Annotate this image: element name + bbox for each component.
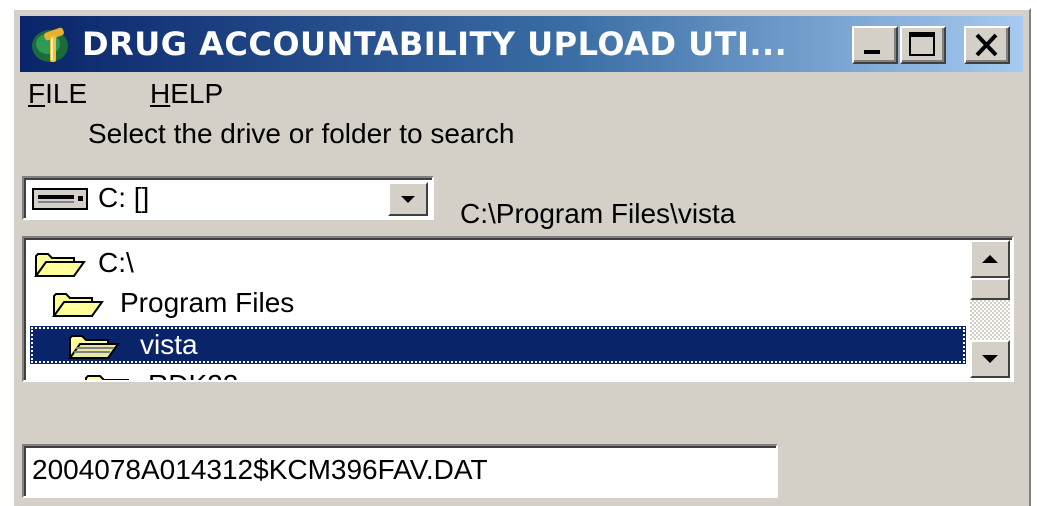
file-name-value: 2004078A014312$KCM396FAV.DAT [32, 454, 488, 485]
folder-list[interactable]: C:\ Program Files vista RDK22 [22, 236, 1014, 382]
window-title: DRUG ACCOUNTABILITY UPLOAD UTI... [82, 25, 788, 63]
folder-label: C:\ [98, 247, 134, 278]
maximize-button[interactable] [900, 26, 946, 64]
menu-file-accelerator: F [28, 78, 46, 109]
folder-item-root[interactable]: C:\ [28, 244, 968, 282]
app-window: DRUG ACCOUNTABILITY UPLOAD UTI... FILE H… [12, 8, 1031, 506]
drive-select[interactable]: C: [] [22, 176, 434, 220]
title-bar[interactable]: DRUG ACCOUNTABILITY UPLOAD UTI... [20, 16, 1023, 72]
folder-item-rdk22[interactable]: RDK22 [28, 366, 968, 380]
search-prompt-label: Select the drive or folder to search [88, 118, 515, 149]
folder-label: RDK22 [148, 366, 238, 380]
open-folder-icon [68, 335, 120, 359]
menu-help-label: ELP [170, 78, 224, 109]
close-button[interactable] [964, 26, 1010, 64]
current-path-label: C:\Program Files\vista [460, 198, 736, 229]
arrow-up-icon [982, 255, 998, 263]
pill-app-icon [32, 27, 68, 62]
folder-item-vista-selected[interactable]: vista [30, 326, 966, 364]
folder-item-program-files[interactable]: Program Files [28, 284, 968, 322]
arrow-down-icon [982, 355, 998, 363]
open-folder-icon [52, 293, 104, 317]
menu-file-label: ILE [45, 78, 88, 109]
menu-help[interactable]: HELP [150, 74, 223, 114]
scroll-down-button[interactable] [970, 340, 1010, 378]
close-icon [975, 33, 998, 57]
open-folder-icon [34, 253, 86, 277]
menu-help-accelerator: H [150, 78, 171, 109]
folder-label: vista [140, 329, 198, 360]
folder-list-scrollbar[interactable] [970, 240, 1010, 378]
chevron-down-icon [401, 196, 415, 203]
drive-dropdown-button[interactable] [388, 182, 428, 216]
maximize-icon [909, 32, 935, 56]
minimize-button[interactable] [852, 26, 898, 64]
scroll-up-button[interactable] [970, 240, 1010, 278]
folder-label: Program Files [120, 287, 295, 318]
file-name-field[interactable]: 2004078A014312$KCM396FAV.DAT [22, 444, 778, 498]
scroll-thumb[interactable] [970, 278, 1010, 300]
menu-file[interactable]: FILE [28, 74, 87, 114]
hard-drive-icon [32, 188, 88, 210]
minimize-icon [864, 50, 880, 54]
closed-folder-icon [85, 375, 129, 380]
drive-selected-value: C: [] [98, 182, 150, 213]
